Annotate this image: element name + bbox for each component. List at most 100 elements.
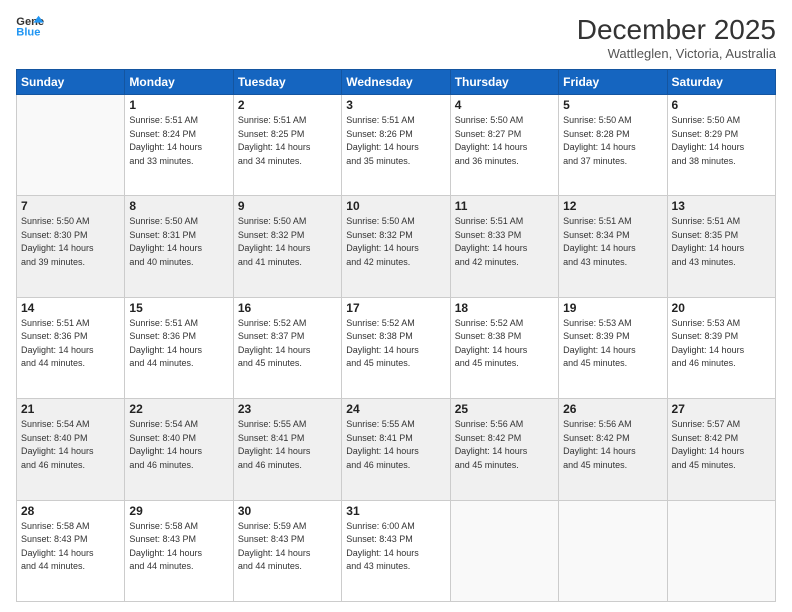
- calendar-cell: 6 Sunrise: 5:50 AMSunset: 8:29 PMDayligh…: [667, 95, 775, 196]
- calendar-cell: 10 Sunrise: 5:50 AMSunset: 8:32 PMDaylig…: [342, 196, 450, 297]
- day-number: 22: [129, 402, 228, 416]
- location: Wattleglen, Victoria, Australia: [577, 46, 776, 61]
- calendar-cell: 27 Sunrise: 5:57 AMSunset: 8:42 PMDaylig…: [667, 399, 775, 500]
- cell-details: Sunrise: 5:52 AMSunset: 8:38 PMDaylight:…: [346, 318, 419, 369]
- calendar-table: Sunday Monday Tuesday Wednesday Thursday…: [16, 69, 776, 602]
- calendar-cell: 5 Sunrise: 5:50 AMSunset: 8:28 PMDayligh…: [559, 95, 667, 196]
- calendar-cell: [17, 95, 125, 196]
- calendar-cell: [559, 500, 667, 601]
- day-number: 21: [21, 402, 120, 416]
- day-number: 8: [129, 199, 228, 213]
- day-number: 10: [346, 199, 445, 213]
- cell-details: Sunrise: 5:53 AMSunset: 8:39 PMDaylight:…: [672, 318, 745, 369]
- cell-details: Sunrise: 5:58 AMSunset: 8:43 PMDaylight:…: [21, 521, 94, 572]
- calendar-cell: 22 Sunrise: 5:54 AMSunset: 8:40 PMDaylig…: [125, 399, 233, 500]
- header-monday: Monday: [125, 70, 233, 95]
- calendar-cell: 25 Sunrise: 5:56 AMSunset: 8:42 PMDaylig…: [450, 399, 558, 500]
- calendar-cell: 23 Sunrise: 5:55 AMSunset: 8:41 PMDaylig…: [233, 399, 341, 500]
- calendar-cell: 26 Sunrise: 5:56 AMSunset: 8:42 PMDaylig…: [559, 399, 667, 500]
- day-number: 3: [346, 98, 445, 112]
- day-number: 24: [346, 402, 445, 416]
- calendar-cell: 31 Sunrise: 6:00 AMSunset: 8:43 PMDaylig…: [342, 500, 450, 601]
- cell-details: Sunrise: 5:51 AMSunset: 8:35 PMDaylight:…: [672, 216, 745, 267]
- day-number: 31: [346, 504, 445, 518]
- calendar-cell: 1 Sunrise: 5:51 AMSunset: 8:24 PMDayligh…: [125, 95, 233, 196]
- calendar-cell: 29 Sunrise: 5:58 AMSunset: 8:43 PMDaylig…: [125, 500, 233, 601]
- calendar-cell: 19 Sunrise: 5:53 AMSunset: 8:39 PMDaylig…: [559, 297, 667, 398]
- logo: General Blue: [16, 14, 44, 38]
- calendar-cell: 14 Sunrise: 5:51 AMSunset: 8:36 PMDaylig…: [17, 297, 125, 398]
- calendar-cell: 17 Sunrise: 5:52 AMSunset: 8:38 PMDaylig…: [342, 297, 450, 398]
- day-number: 19: [563, 301, 662, 315]
- calendar-cell: [450, 500, 558, 601]
- day-number: 13: [672, 199, 771, 213]
- calendar-cell: 9 Sunrise: 5:50 AMSunset: 8:32 PMDayligh…: [233, 196, 341, 297]
- cell-details: Sunrise: 5:50 AMSunset: 8:31 PMDaylight:…: [129, 216, 202, 267]
- day-number: 17: [346, 301, 445, 315]
- day-number: 23: [238, 402, 337, 416]
- cell-details: Sunrise: 5:58 AMSunset: 8:43 PMDaylight:…: [129, 521, 202, 572]
- day-number: 30: [238, 504, 337, 518]
- cell-details: Sunrise: 5:54 AMSunset: 8:40 PMDaylight:…: [129, 419, 202, 470]
- day-number: 1: [129, 98, 228, 112]
- calendar-cell: 13 Sunrise: 5:51 AMSunset: 8:35 PMDaylig…: [667, 196, 775, 297]
- calendar-week-1: 1 Sunrise: 5:51 AMSunset: 8:24 PMDayligh…: [17, 95, 776, 196]
- calendar-cell: 7 Sunrise: 5:50 AMSunset: 8:30 PMDayligh…: [17, 196, 125, 297]
- cell-details: Sunrise: 5:50 AMSunset: 8:28 PMDaylight:…: [563, 115, 636, 166]
- day-number: 25: [455, 402, 554, 416]
- calendar-cell: 2 Sunrise: 5:51 AMSunset: 8:25 PMDayligh…: [233, 95, 341, 196]
- cell-details: Sunrise: 5:52 AMSunset: 8:38 PMDaylight:…: [455, 318, 528, 369]
- header-sunday: Sunday: [17, 70, 125, 95]
- cell-details: Sunrise: 5:50 AMSunset: 8:32 PMDaylight:…: [346, 216, 419, 267]
- calendar-cell: 8 Sunrise: 5:50 AMSunset: 8:31 PMDayligh…: [125, 196, 233, 297]
- cell-details: Sunrise: 5:59 AMSunset: 8:43 PMDaylight:…: [238, 521, 311, 572]
- cell-details: Sunrise: 5:55 AMSunset: 8:41 PMDaylight:…: [346, 419, 419, 470]
- header: General Blue December 2025 Wattleglen, V…: [16, 14, 776, 61]
- calendar-cell: 28 Sunrise: 5:58 AMSunset: 8:43 PMDaylig…: [17, 500, 125, 601]
- calendar-cell: 11 Sunrise: 5:51 AMSunset: 8:33 PMDaylig…: [450, 196, 558, 297]
- day-number: 2: [238, 98, 337, 112]
- calendar-cell: 4 Sunrise: 5:50 AMSunset: 8:27 PMDayligh…: [450, 95, 558, 196]
- day-number: 5: [563, 98, 662, 112]
- cell-details: Sunrise: 5:51 AMSunset: 8:36 PMDaylight:…: [21, 318, 94, 369]
- day-number: 27: [672, 402, 771, 416]
- calendar-week-3: 14 Sunrise: 5:51 AMSunset: 8:36 PMDaylig…: [17, 297, 776, 398]
- cell-details: Sunrise: 5:50 AMSunset: 8:32 PMDaylight:…: [238, 216, 311, 267]
- calendar-cell: 16 Sunrise: 5:52 AMSunset: 8:37 PMDaylig…: [233, 297, 341, 398]
- cell-details: Sunrise: 5:51 AMSunset: 8:25 PMDaylight:…: [238, 115, 311, 166]
- logo-icon: General Blue: [16, 14, 44, 38]
- cell-details: Sunrise: 5:53 AMSunset: 8:39 PMDaylight:…: [563, 318, 636, 369]
- calendar-cell: 18 Sunrise: 5:52 AMSunset: 8:38 PMDaylig…: [450, 297, 558, 398]
- calendar-cell: 3 Sunrise: 5:51 AMSunset: 8:26 PMDayligh…: [342, 95, 450, 196]
- header-thursday: Thursday: [450, 70, 558, 95]
- cell-details: Sunrise: 5:51 AMSunset: 8:24 PMDaylight:…: [129, 115, 202, 166]
- day-number: 11: [455, 199, 554, 213]
- day-number: 9: [238, 199, 337, 213]
- day-number: 15: [129, 301, 228, 315]
- day-number: 29: [129, 504, 228, 518]
- svg-text:Blue: Blue: [16, 26, 40, 38]
- page: General Blue December 2025 Wattleglen, V…: [0, 0, 792, 612]
- calendar-cell: 12 Sunrise: 5:51 AMSunset: 8:34 PMDaylig…: [559, 196, 667, 297]
- calendar-cell: 21 Sunrise: 5:54 AMSunset: 8:40 PMDaylig…: [17, 399, 125, 500]
- calendar-week-2: 7 Sunrise: 5:50 AMSunset: 8:30 PMDayligh…: [17, 196, 776, 297]
- header-friday: Friday: [559, 70, 667, 95]
- header-tuesday: Tuesday: [233, 70, 341, 95]
- cell-details: Sunrise: 5:54 AMSunset: 8:40 PMDaylight:…: [21, 419, 94, 470]
- day-number: 14: [21, 301, 120, 315]
- title-block: December 2025 Wattleglen, Victoria, Aust…: [577, 14, 776, 61]
- day-number: 18: [455, 301, 554, 315]
- header-wednesday: Wednesday: [342, 70, 450, 95]
- day-number: 6: [672, 98, 771, 112]
- cell-details: Sunrise: 5:56 AMSunset: 8:42 PMDaylight:…: [455, 419, 528, 470]
- cell-details: Sunrise: 5:56 AMSunset: 8:42 PMDaylight:…: [563, 419, 636, 470]
- calendar-week-4: 21 Sunrise: 5:54 AMSunset: 8:40 PMDaylig…: [17, 399, 776, 500]
- calendar-cell: 30 Sunrise: 5:59 AMSunset: 8:43 PMDaylig…: [233, 500, 341, 601]
- header-saturday: Saturday: [667, 70, 775, 95]
- day-number: 26: [563, 402, 662, 416]
- calendar-cell: 24 Sunrise: 5:55 AMSunset: 8:41 PMDaylig…: [342, 399, 450, 500]
- calendar-week-5: 28 Sunrise: 5:58 AMSunset: 8:43 PMDaylig…: [17, 500, 776, 601]
- day-number: 16: [238, 301, 337, 315]
- cell-details: Sunrise: 5:52 AMSunset: 8:37 PMDaylight:…: [238, 318, 311, 369]
- cell-details: Sunrise: 5:50 AMSunset: 8:27 PMDaylight:…: [455, 115, 528, 166]
